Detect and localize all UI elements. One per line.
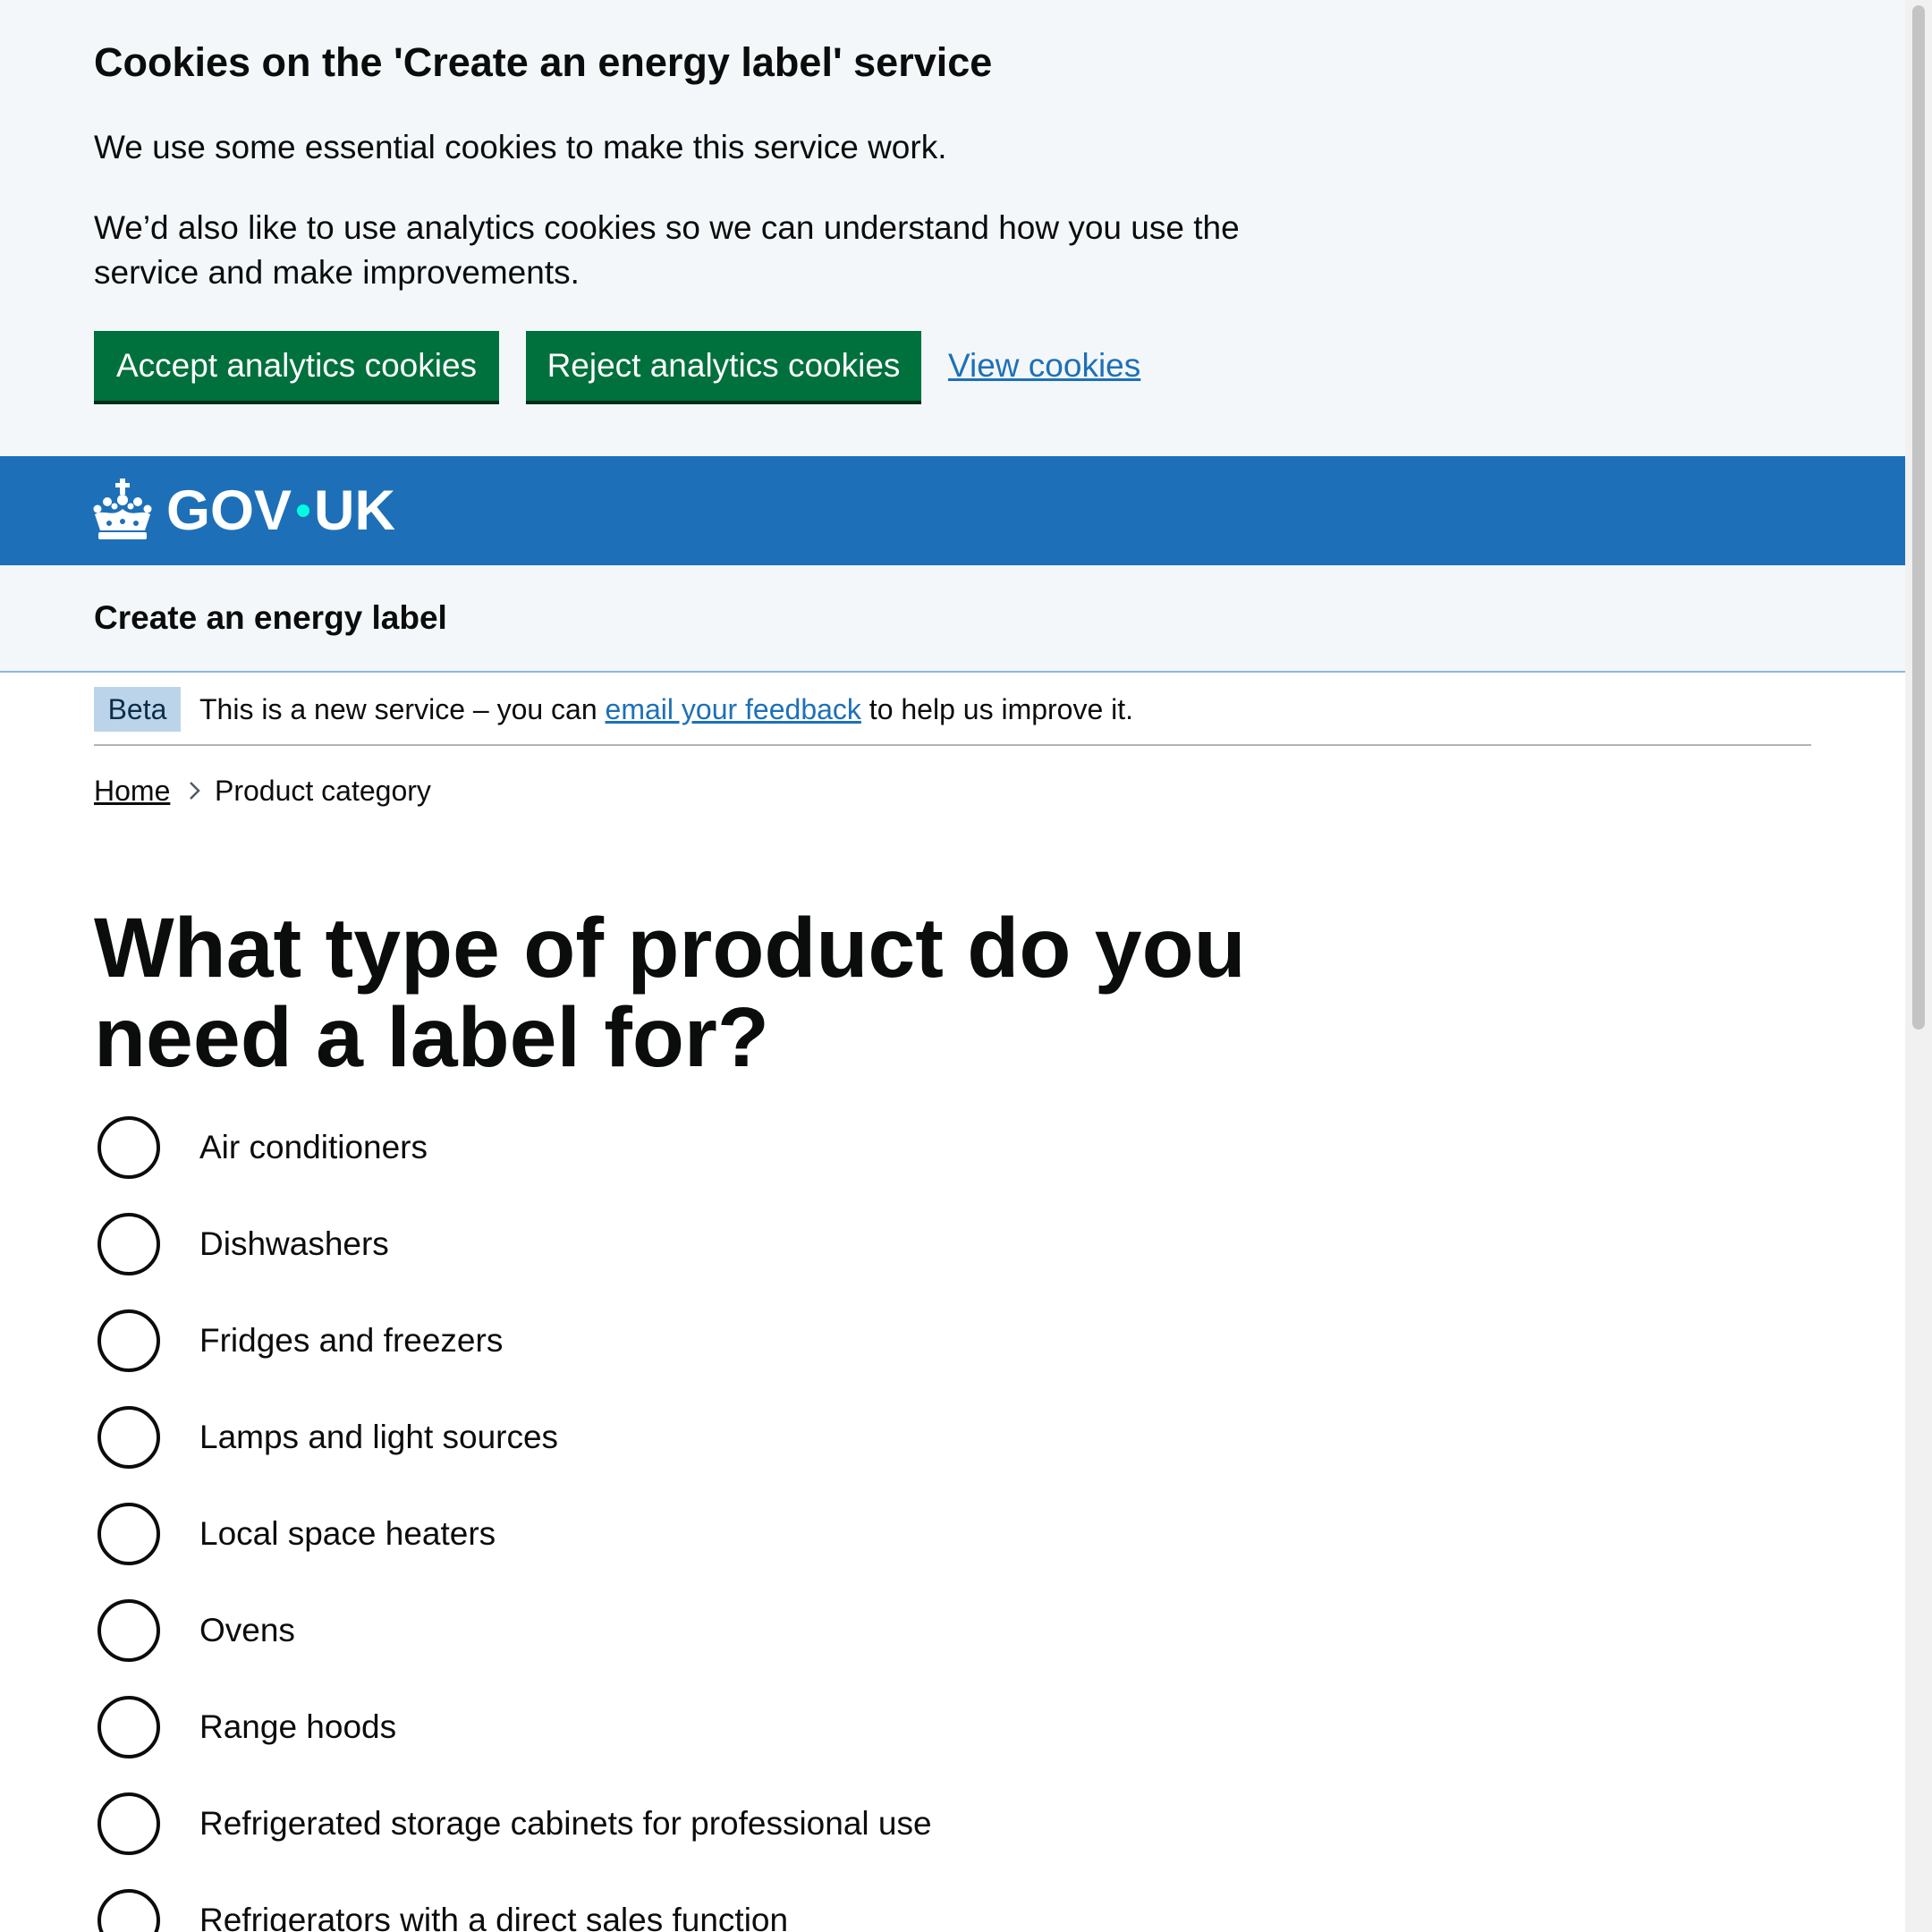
radio-option-local-space-heaters[interactable]: Local space heaters: [94, 1502, 1436, 1573]
page-title: What type of product do you need a label…: [94, 901, 1246, 1085]
govuk-logo-gov: GOV: [166, 479, 292, 542]
radio-label[interactable]: Refrigerated storage cabinets for profes…: [199, 1801, 932, 1846]
radio-option-refrigerated-storage-cabinets[interactable]: Refrigerated storage cabinets for profes…: [94, 1792, 1436, 1863]
radio-label[interactable]: Ovens: [199, 1608, 295, 1653]
phase-text-before: This is a new service – you can: [199, 693, 606, 725]
radio-option-dishwashers[interactable]: Dishwashers: [94, 1212, 1436, 1284]
phase-banner-text: This is a new service – you can email yo…: [199, 687, 1133, 732]
radio-option-range-hoods[interactable]: Range hoods: [94, 1695, 1436, 1767]
radio-button-icon[interactable]: [97, 1792, 160, 1855]
cookie-analytics-text: We’d also like to use analytics cookies …: [94, 209, 1240, 291]
product-category-radios: Air conditioners Dishwashers Fridges and…: [94, 1115, 1436, 1932]
radio-button-icon[interactable]: [97, 1309, 160, 1372]
radio-button-icon[interactable]: [97, 1116, 160, 1179]
radio-button-icon[interactable]: [97, 1696, 160, 1758]
service-name-link[interactable]: Create an energy label: [94, 597, 447, 639]
view-cookies-link[interactable]: View cookies: [948, 331, 1140, 401]
crown-icon[interactable]: [93, 479, 152, 541]
radio-label[interactable]: Range hoods: [199, 1705, 396, 1750]
scrollbar-thumb[interactable]: [1912, 5, 1925, 1030]
govuk-logo-dot: [297, 504, 310, 518]
radio-option-air-conditioners[interactable]: Air conditioners: [94, 1115, 1436, 1187]
radio-button-icon[interactable]: [97, 1889, 160, 1932]
radio-button-icon[interactable]: [97, 1599, 160, 1662]
reject-analytics-cookies-button[interactable]: Reject analytics cookies: [526, 331, 921, 401]
radio-option-refrigerators-direct-sales[interactable]: Refrigerators with a direct sales functi…: [94, 1888, 1436, 1932]
cookie-banner-heading: Cookies on the 'Create an energy label' …: [94, 39, 993, 85]
radio-button-icon[interactable]: [97, 1213, 160, 1275]
govuk-header: GOV UK: [0, 456, 1905, 565]
radio-button-icon[interactable]: [97, 1503, 160, 1565]
radio-label[interactable]: Dishwashers: [199, 1222, 389, 1267]
chevron-right-icon: [190, 782, 200, 800]
radio-option-fridges-and-freezers[interactable]: Fridges and freezers: [94, 1309, 1436, 1380]
email-feedback-link[interactable]: email your feedback: [606, 693, 861, 725]
govuk-logo-uk: UK: [314, 479, 396, 542]
beta-tag: Beta: [94, 687, 181, 732]
breadcrumb-home-link[interactable]: Home: [94, 771, 170, 810]
cookie-banner: Cookies on the 'Create an energy label' …: [0, 0, 1905, 456]
radio-label[interactable]: Fridges and freezers: [199, 1318, 503, 1363]
accept-analytics-cookies-button[interactable]: Accept analytics cookies: [94, 331, 499, 401]
radio-label[interactable]: Lamps and light sources: [199, 1415, 558, 1460]
service-navigation: Create an energy label: [0, 565, 1905, 673]
page: Cookies on the 'Create an energy label' …: [0, 0, 1905, 1932]
breadcrumb-current: Product category: [215, 775, 431, 807]
vertical-scrollbar[interactable]: [1905, 0, 1932, 1932]
radio-label[interactable]: Local space heaters: [199, 1512, 496, 1556]
radio-label[interactable]: Refrigerators with a direct sales functi…: [199, 1898, 788, 1932]
cookie-essential-text: We use some essential cookies to make th…: [94, 129, 947, 165]
radio-option-ovens[interactable]: Ovens: [94, 1598, 1436, 1670]
phase-text-after: to help us improve it.: [860, 693, 1134, 725]
radio-button-icon[interactable]: [97, 1406, 160, 1469]
radio-option-lamps-and-light-sources[interactable]: Lamps and light sources: [94, 1405, 1436, 1477]
radio-label[interactable]: Air conditioners: [199, 1125, 428, 1170]
govuk-logo[interactable]: GOV UK: [166, 476, 395, 546]
phase-banner: Beta This is a new service – you can ema…: [94, 673, 1811, 746]
